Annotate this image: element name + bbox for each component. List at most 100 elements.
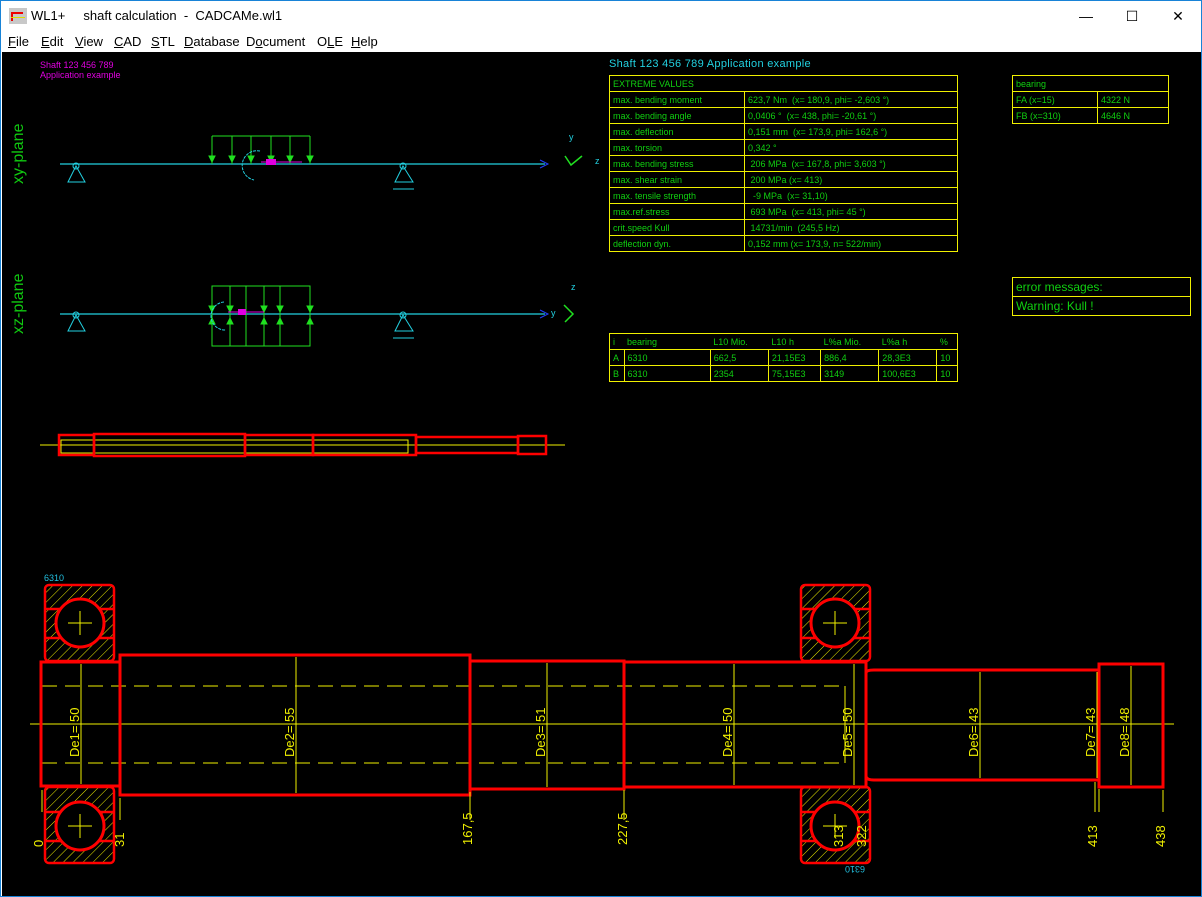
bearing-force-label: FB (x=310) — [1012, 107, 1098, 124]
bearing-life-column-header: L%a Mio. — [820, 333, 879, 350]
extreme-value: 0,0406 ° (x= 438, phi= -20,61 °) — [744, 107, 958, 124]
position-label-227-5: 227,5 — [615, 812, 630, 845]
extreme-value: -9 MPa (x= 31,10) — [744, 187, 958, 204]
close-button[interactable]: ✕ — [1155, 1, 1201, 31]
coordinate-triad-xy-icon — [564, 155, 583, 167]
xz-plane-diagram: y z — [60, 282, 576, 347]
extreme-value-label: crit.speed Kull — [609, 219, 745, 236]
distributed-load-xy — [208, 135, 314, 164]
diameter-label-5: De5= 50 — [840, 707, 855, 757]
axis-label-y-xz: y — [551, 308, 556, 318]
diameter-label-6: De6= 43 — [966, 707, 981, 757]
drawing-svg: y z y z — [30, 132, 1174, 865]
moment-arrow-xy — [266, 159, 276, 165]
bearing-life-column-header: bearing — [624, 333, 711, 350]
extreme-value-row: max. bending angle 0,0406 ° (x= 438, phi=… — [609, 107, 958, 124]
shaft-drawing — [30, 583, 1174, 865]
bearing-life-cell: 10 — [936, 349, 958, 366]
diameter-label-7: De7= 43 — [1083, 707, 1098, 757]
extreme-value-label: max. bending moment — [609, 91, 745, 108]
position-label-0: 0 — [31, 839, 46, 847]
position-label-322: 322 — [854, 825, 869, 847]
diameter-label-8: De8= 48 — [1117, 707, 1132, 757]
extreme-value-row: max. shear strain 200 MPa (x= 413) — [609, 171, 958, 188]
bearing-forces-table: bearing FA (x=15) 4322 N FB (x=310) 4646 N — [1012, 75, 1169, 124]
menu-cad[interactable]: CAD — [114, 34, 141, 49]
extreme-value-label: max. shear strain — [609, 171, 745, 188]
extreme-value-label: max. torsion — [609, 139, 745, 156]
bearing-life-cell: 75,15E3 — [767, 365, 822, 382]
extreme-value-label: deflection dyn. — [609, 235, 745, 252]
extreme-value-row: max.ref.stress 693 MPa (x= 413, phi= 45 … — [609, 203, 958, 220]
menu-ole[interactable]: OLE — [317, 34, 343, 49]
extreme-value-row: max. bending stress 206 MPa (x= 167,8, p… — [609, 155, 958, 172]
support-right-icon — [393, 162, 414, 190]
extreme-value: 0,342 ° — [744, 139, 958, 156]
minimize-icon: — — [1079, 8, 1093, 24]
position-label-413: 413 — [1085, 825, 1100, 847]
bearing-life-row: A 6310 662,5 21,15E3 886,4 28,3E3 10 — [609, 349, 958, 366]
bearing-force-row: FB (x=310) 4646 N — [1012, 107, 1169, 124]
bearing-life-cell: B — [609, 365, 625, 382]
menu-edit[interactable]: Edit — [41, 34, 63, 49]
bearing-life-cell: 3149 — [820, 365, 880, 382]
extreme-value-label: max. deflection — [609, 123, 745, 140]
maximize-icon: ☐ — [1125, 7, 1139, 24]
bearing-right-label: 6310 — [845, 864, 866, 874]
bearing-life-cell: 6310 — [623, 349, 711, 366]
bearing-life-cell: 886,4 — [820, 349, 880, 366]
shaft-segment-6-7 — [864, 668, 1101, 782]
maximize-button[interactable]: ☐ — [1109, 1, 1155, 31]
bearing-force-label: FA (x=15) — [1012, 91, 1098, 108]
support-left-icon — [67, 162, 86, 183]
bearing-life-cell: 6310 — [623, 365, 711, 382]
bearing-left-label: 6310 — [44, 573, 65, 583]
diameter-label-1: De1= 50 — [67, 707, 82, 757]
window-title: WL1+ shaft calculation - CADCAMe.wl1 — [31, 8, 282, 23]
extreme-value-label: max.ref.stress — [609, 203, 745, 220]
bearing-force-row: FA (x=15) 4322 N — [1012, 91, 1169, 108]
distributed-load-xz — [208, 285, 314, 347]
bearing-life-column-header: % — [936, 333, 958, 350]
app-icon[interactable] — [9, 8, 27, 24]
bearing-life-column-header: L10 Mio. — [710, 333, 769, 350]
coordinate-triad-xz-icon — [563, 304, 575, 323]
extreme-value: 206 MPa (x= 167,8, phi= 3,603 °) — [744, 155, 958, 172]
support-right-xz-icon — [393, 311, 414, 339]
moment-arrow-xz — [238, 309, 246, 315]
menu-document[interactable]: Document — [246, 34, 305, 49]
extreme-value: 693 MPa (x= 413, phi= 45 °) — [744, 203, 958, 220]
menu-stl[interactable]: STL — [151, 34, 175, 49]
extreme-value: 0,152 mm (x= 173,9, n= 522/min) — [744, 235, 958, 252]
extreme-value-row: deflection dyn. 0,152 mm (x= 173,9, n= 52… — [609, 235, 958, 252]
minimize-button[interactable]: — — [1063, 1, 1109, 31]
bearing-force-value: 4322 N — [1097, 91, 1169, 108]
bearing-life-cell: 2354 — [709, 365, 769, 382]
sheet-title: Shaft 123 456 789 Application example — [609, 58, 811, 70]
position-label-167-5: 167,5 — [460, 812, 475, 845]
error-message: Warning: Kull ! — [1013, 296, 1190, 315]
error-messages-header: error messages: — [1016, 280, 1103, 294]
bearing-life-cell: 10 — [936, 365, 958, 382]
menu-file[interactable]: File — [8, 34, 29, 49]
bearing-life-column-header: L10 h — [768, 333, 821, 350]
axis-label-z-xz: z — [571, 282, 576, 292]
menu-help[interactable]: Help — [351, 34, 378, 49]
diameter-label-3: De3= 51 — [533, 707, 548, 757]
shaft-preview — [40, 432, 565, 458]
menu-database[interactable]: Database — [184, 34, 240, 49]
cad-drawing-canvas[interactable]: Shaft 123 456 789 Application example xy… — [2, 52, 1201, 896]
extreme-value-row: max. torsion 0,342 ° — [609, 139, 958, 156]
error-messages-box: error messages: Warning: Kull ! — [1012, 277, 1191, 316]
bearing-life-row: B 6310 2354 75,15E3 3149 100,6E3 10 — [609, 365, 958, 382]
menu-view[interactable]: View — [75, 34, 103, 49]
extreme-value-label: max. bending angle — [609, 107, 745, 124]
menu-bar: File Edit View CAD STL Database Document OLE Hel… — [1, 31, 1201, 51]
extreme-value: 14731/min (245,5 Hz) — [744, 219, 958, 236]
document-title: shaft calculation - CADCAMe.wl1 — [83, 8, 283, 23]
bearing-life-table: i bearing L10 Mio. L10 h L%a Mio. L%a h% A 6310… — [609, 333, 958, 382]
app-name: WL1+ — [31, 8, 66, 23]
support-left-xz-icon — [67, 311, 86, 332]
axis-label-y: y — [569, 132, 574, 142]
extreme-value: 0,151 mm (x= 173,9, phi= 162,6 °) — [744, 123, 958, 140]
